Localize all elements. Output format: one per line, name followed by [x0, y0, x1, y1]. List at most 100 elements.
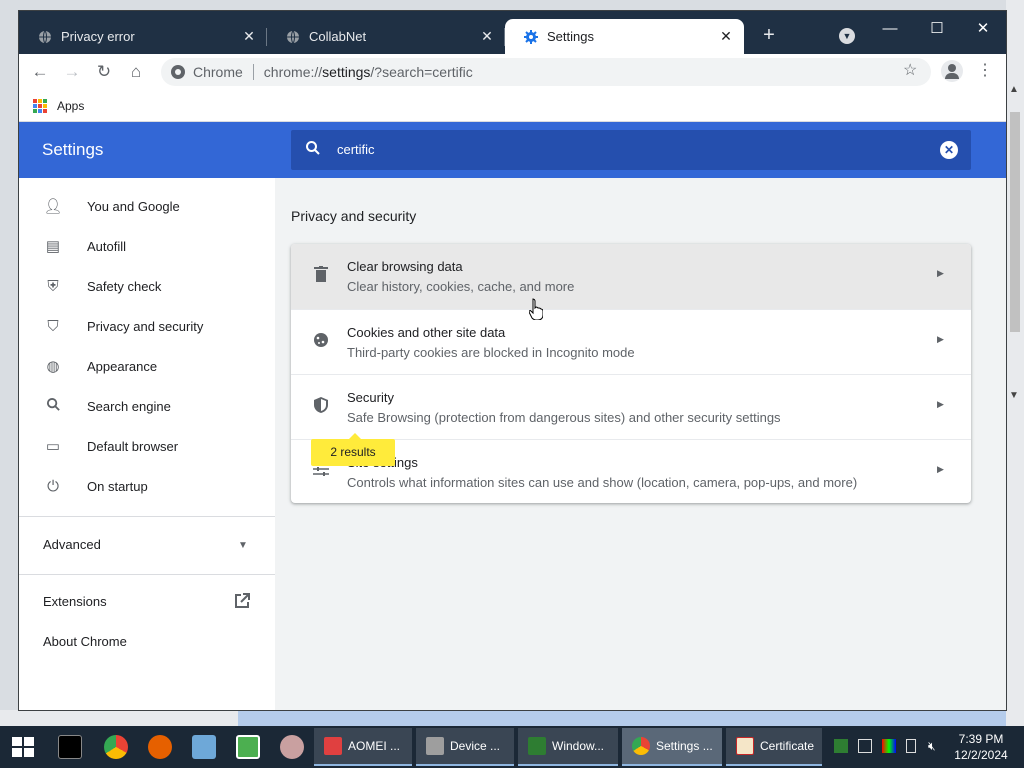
row-title: Clear browsing data [347, 259, 463, 274]
bookmarks-bar: Apps [19, 90, 1006, 122]
sidebar-item-label: Search engine [87, 398, 171, 414]
tray-app-icon[interactable] [834, 739, 848, 753]
cookies-row[interactable]: Cookies and other site data Third-party … [291, 309, 971, 374]
tab-collabnet[interactable]: CollabNet ✕ [267, 19, 505, 54]
profile-avatar[interactable] [941, 60, 963, 82]
search-icon [305, 140, 321, 161]
chevron-down-icon[interactable]: ▼ [238, 540, 248, 551]
advanced-toggle[interactable]: Advanced [43, 537, 101, 552]
settings-body: 👤︎ You and Google ▤ Autofill ⛨ Safety ch… [19, 178, 1006, 710]
sidebar-item-label: You and Google [87, 198, 180, 214]
taskbar-button-device[interactable]: Device ... [416, 728, 514, 766]
close-tab-icon[interactable]: ✕ [716, 28, 736, 45]
taskbar: AOMEI ... Device ... Window... Settings … [0, 726, 1024, 768]
display-icon[interactable] [882, 739, 896, 753]
tab-title: CollabNet [309, 29, 367, 44]
browser-toolbar: ← → ↻ ⌂ Chrome chrome://settings/?search… [19, 54, 1006, 90]
editor-icon[interactable] [236, 735, 260, 759]
close-window-button[interactable]: ✕ [960, 15, 1006, 43]
tab-strip: Privacy error ✕ CollabNet ✕ Settings ✕ +… [19, 11, 1006, 54]
minimize-button[interactable]: — [867, 15, 913, 43]
tab-privacy-error[interactable]: Privacy error ✕ [19, 19, 267, 54]
security-row[interactable]: Security Safe Browsing (protection from … [291, 374, 971, 439]
chevron-right-icon: ▶ [937, 399, 944, 409]
tab-title: Settings [547, 29, 594, 44]
background-scrollbar: ▲ ▼ [1006, 0, 1024, 726]
home-button[interactable]: ⌂ [124, 60, 148, 84]
clear-search-icon[interactable]: ✕ [940, 141, 958, 159]
sidebar-item-search-engine[interactable]: Search engine [19, 386, 275, 426]
tab-search-icon[interactable]: ▼ [839, 28, 855, 44]
cookie-icon [311, 332, 331, 353]
sidebar-item-autofill[interactable]: ▤ Autofill [19, 226, 275, 266]
open-external-icon[interactable] [233, 592, 251, 615]
sidebar-item-on-startup[interactable]: ⏻ On startup [19, 466, 275, 506]
app-icon[interactable] [192, 735, 216, 759]
search-input[interactable]: certific [337, 142, 375, 157]
terminal-icon[interactable] [58, 735, 82, 759]
settings-sidebar: 👤︎ You and Google ▤ Autofill ⛨ Safety ch… [19, 178, 275, 710]
sidebar-item-you-and-google[interactable]: 👤︎ You and Google [19, 186, 275, 226]
maximize-button[interactable]: ☐ [914, 15, 960, 43]
taskbar-button-aomei[interactable]: AOMEI ... [314, 728, 412, 766]
network-icon[interactable] [858, 739, 872, 753]
gear-icon [523, 29, 539, 45]
clock[interactable]: 7:39 PM 12/2/2024 [950, 731, 1012, 763]
firefox-icon[interactable] [148, 735, 172, 759]
forward-button[interactable]: → [60, 60, 84, 84]
privacy-card: Clear browsing data Clear history, cooki… [291, 244, 971, 503]
person-icon: 👤︎ [43, 198, 63, 215]
usb-icon[interactable] [906, 739, 916, 753]
browser-icon: ▭ [45, 438, 61, 455]
chevron-right-icon: ▶ [937, 334, 944, 344]
globe-icon [285, 29, 301, 45]
tab-settings[interactable]: Settings ✕ [505, 19, 744, 54]
taskbar-button-certificate[interactable]: Certificate [726, 728, 822, 766]
address-bar[interactable]: Chrome chrome://settings/?search=certifi… [161, 58, 931, 86]
settings-search-field[interactable]: certific ✕ [291, 130, 971, 170]
power-icon: ⏻ [47, 477, 59, 495]
close-tab-icon[interactable]: ✕ [477, 28, 497, 45]
trash-icon [311, 266, 331, 287]
apps-grid-icon[interactable] [33, 98, 47, 113]
aomei-icon [324, 737, 342, 755]
new-tab-button[interactable]: + [757, 24, 781, 47]
row-subtitle: Controls what information sites can use … [347, 475, 858, 490]
search-icon [43, 397, 63, 416]
sidebar-item-default-browser[interactable]: ▭ Default browser [19, 426, 275, 466]
chevron-right-icon: ▶ [937, 268, 944, 278]
menu-icon[interactable]: ⋮ [977, 60, 993, 80]
window-app-icon [528, 737, 546, 755]
chrome-icon [632, 737, 650, 755]
sidebar-item-safety-check[interactable]: ⛨ Safety check [19, 266, 275, 306]
close-tab-icon[interactable]: ✕ [239, 28, 259, 45]
chrome-icon[interactable] [104, 735, 128, 759]
sidebar-item-label: Safety check [87, 278, 162, 294]
sidebar-item-label: Default browser [87, 438, 179, 454]
taskbar-button-window[interactable]: Window... [518, 728, 618, 766]
sidebar-item-privacy-and-security[interactable]: ⛉ Privacy and security [19, 306, 275, 346]
paint-icon[interactable] [280, 735, 304, 759]
globe-icon [37, 29, 53, 45]
row-subtitle: Safe Browsing (protection from dangerous… [347, 410, 781, 425]
sidebar-item-label: Privacy and security [87, 318, 204, 334]
tab-title: Privacy error [61, 29, 135, 44]
sidebar-item-appearance[interactable]: ◍ Appearance [19, 346, 275, 386]
row-title: Cookies and other site data [347, 325, 506, 340]
reload-button[interactable]: ↻ [92, 60, 116, 84]
shield-icon: ⛉ [47, 317, 59, 335]
extensions-link[interactable]: Extensions [43, 594, 107, 609]
clear-browsing-data-row[interactable]: Clear browsing data Clear history, cooki… [291, 244, 971, 309]
windows-start-icon[interactable] [12, 737, 34, 757]
volume-muted-icon[interactable]: 🔇︎ [928, 739, 942, 753]
back-button[interactable]: ← [28, 60, 52, 84]
chevron-right-icon: ▶ [937, 464, 944, 474]
about-chrome-link[interactable]: About Chrome [43, 634, 127, 649]
taskbar-button-settings[interactable]: Settings ... [622, 728, 722, 766]
bookmark-star-icon[interactable]: ☆ [903, 60, 917, 80]
sidebar-item-label: Autofill [87, 238, 127, 254]
palette-icon: ◍ [46, 358, 60, 375]
search-results-bubble: 2 results [311, 433, 395, 466]
apps-link[interactable]: Apps [57, 99, 84, 113]
device-manager-icon [426, 737, 444, 755]
